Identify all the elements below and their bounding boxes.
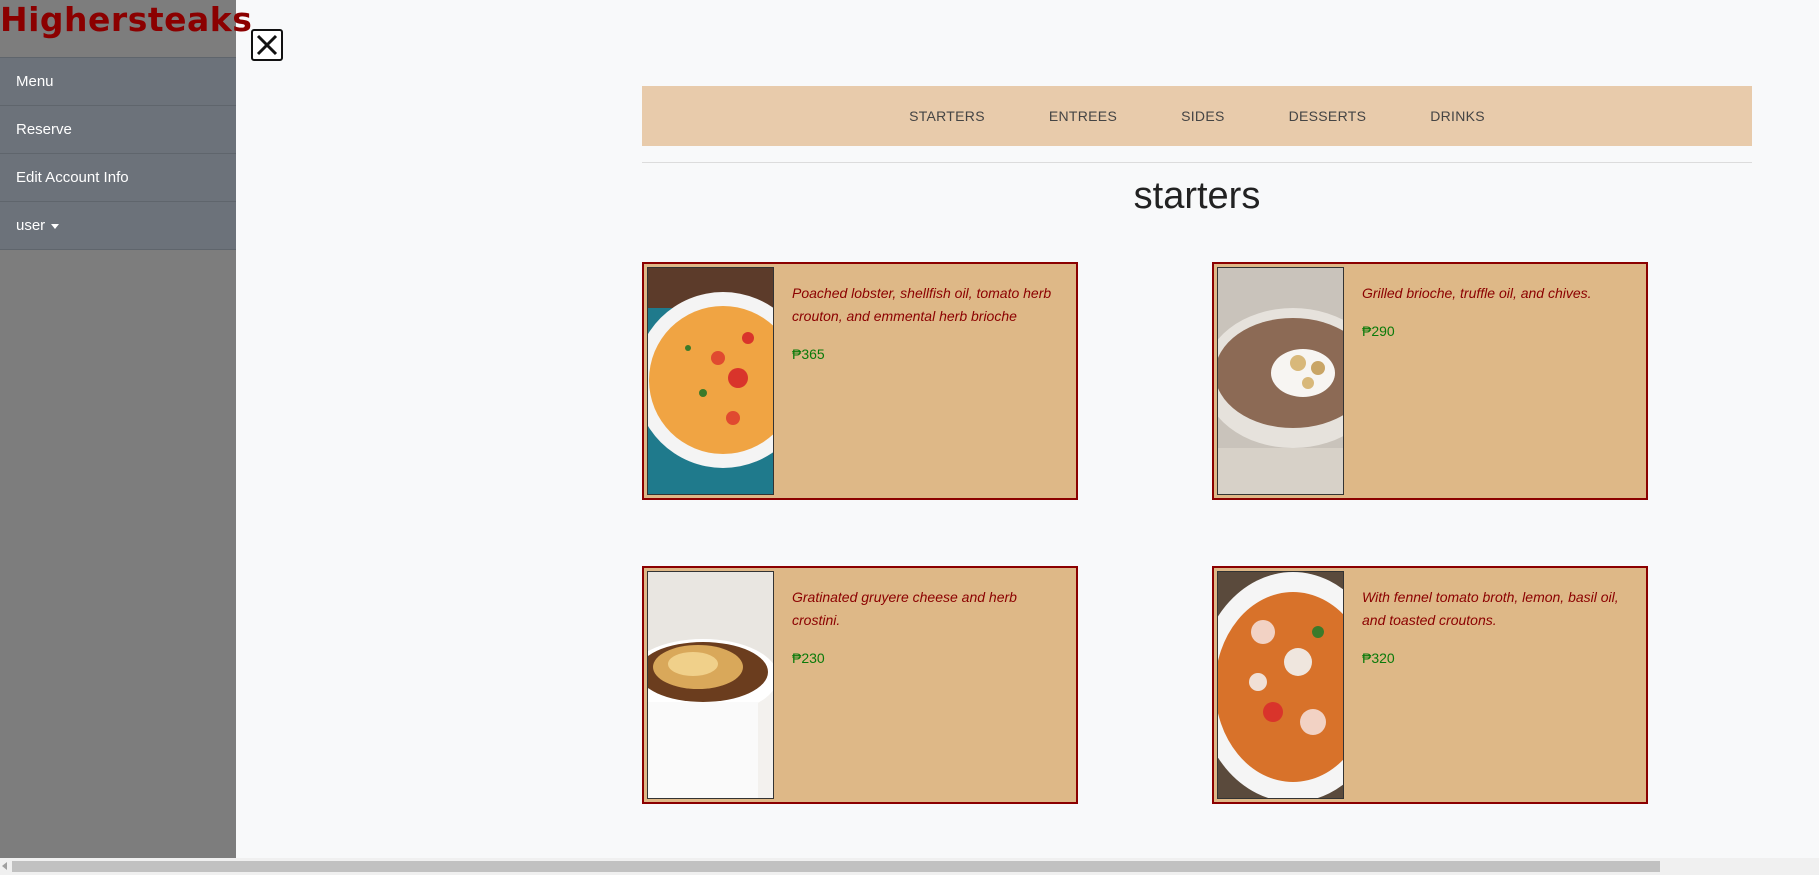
scroll-left-icon[interactable] <box>2 862 7 870</box>
mushroom-soup-image <box>1217 267 1344 495</box>
item-description: Grilled brioche, truffle oil, and chives… <box>1362 285 1592 301</box>
close-icon <box>256 34 278 56</box>
horizontal-scrollbar[interactable] <box>0 858 1819 875</box>
tab-starters[interactable]: STARTERS <box>877 108 1017 124</box>
item-description: With fennel tomato broth, lemon, basil o… <box>1362 589 1619 628</box>
close-sidebar-button[interactable] <box>251 29 283 61</box>
menu-item-card[interactable]: Gratinated gruyere cheese and herb crost… <box>642 566 1078 804</box>
tab-drinks[interactable]: DRINKS <box>1398 108 1517 124</box>
seafood-stew-image <box>1217 571 1344 799</box>
tab-desserts[interactable]: DESSERTS <box>1257 108 1399 124</box>
section-title: starters <box>1133 175 1261 217</box>
menu-item-card[interactable]: With fennel tomato broth, lemon, basil o… <box>1212 566 1648 804</box>
menu-item-card[interactable]: Poached lobster, shellfish oil, tomato h… <box>642 262 1078 500</box>
item-price: ₱230 <box>792 650 825 666</box>
sidebar-item-label: Menu <box>16 73 54 90</box>
sidebar: Highersteaks Menu Reserve Edit Account I… <box>0 0 252 858</box>
tab-entrees[interactable]: ENTREES <box>1017 108 1149 124</box>
onion-soup-image <box>647 571 774 799</box>
sidebar-item-label: Reserve <box>16 121 72 138</box>
item-description: Gratinated gruyere cheese and herb crost… <box>792 589 1017 628</box>
caret-down-icon <box>51 223 60 229</box>
brand-logo[interactable]: Highersteaks <box>0 0 252 57</box>
scrollbar-thumb[interactable] <box>12 861 1660 872</box>
sidebar-item-menu[interactable]: Menu <box>0 57 236 105</box>
sidebar-item-label: user <box>16 217 46 234</box>
sidebar-item-user-dropdown[interactable]: user <box>0 201 236 250</box>
menu-item-card[interactable]: Grilled brioche, truffle oil, and chives… <box>1212 262 1648 500</box>
lobster-bisque-image <box>647 267 774 495</box>
sidebar-item-label: Edit Account Info <box>16 169 129 186</box>
sidebar-item-edit-account[interactable]: Edit Account Info <box>0 153 236 201</box>
item-price: ₱290 <box>1362 323 1395 339</box>
sidebar-item-reserve[interactable]: Reserve <box>0 105 236 153</box>
item-description: Poached lobster, shellfish oil, tomato h… <box>792 285 1052 324</box>
tab-sides[interactable]: SIDES <box>1149 108 1257 124</box>
category-nav: STARTERS ENTREES SIDES DESSERTS DRINKS <box>642 86 1752 146</box>
divider <box>642 162 1752 163</box>
item-price: ₱320 <box>1362 650 1395 666</box>
item-price: ₱365 <box>792 346 825 362</box>
